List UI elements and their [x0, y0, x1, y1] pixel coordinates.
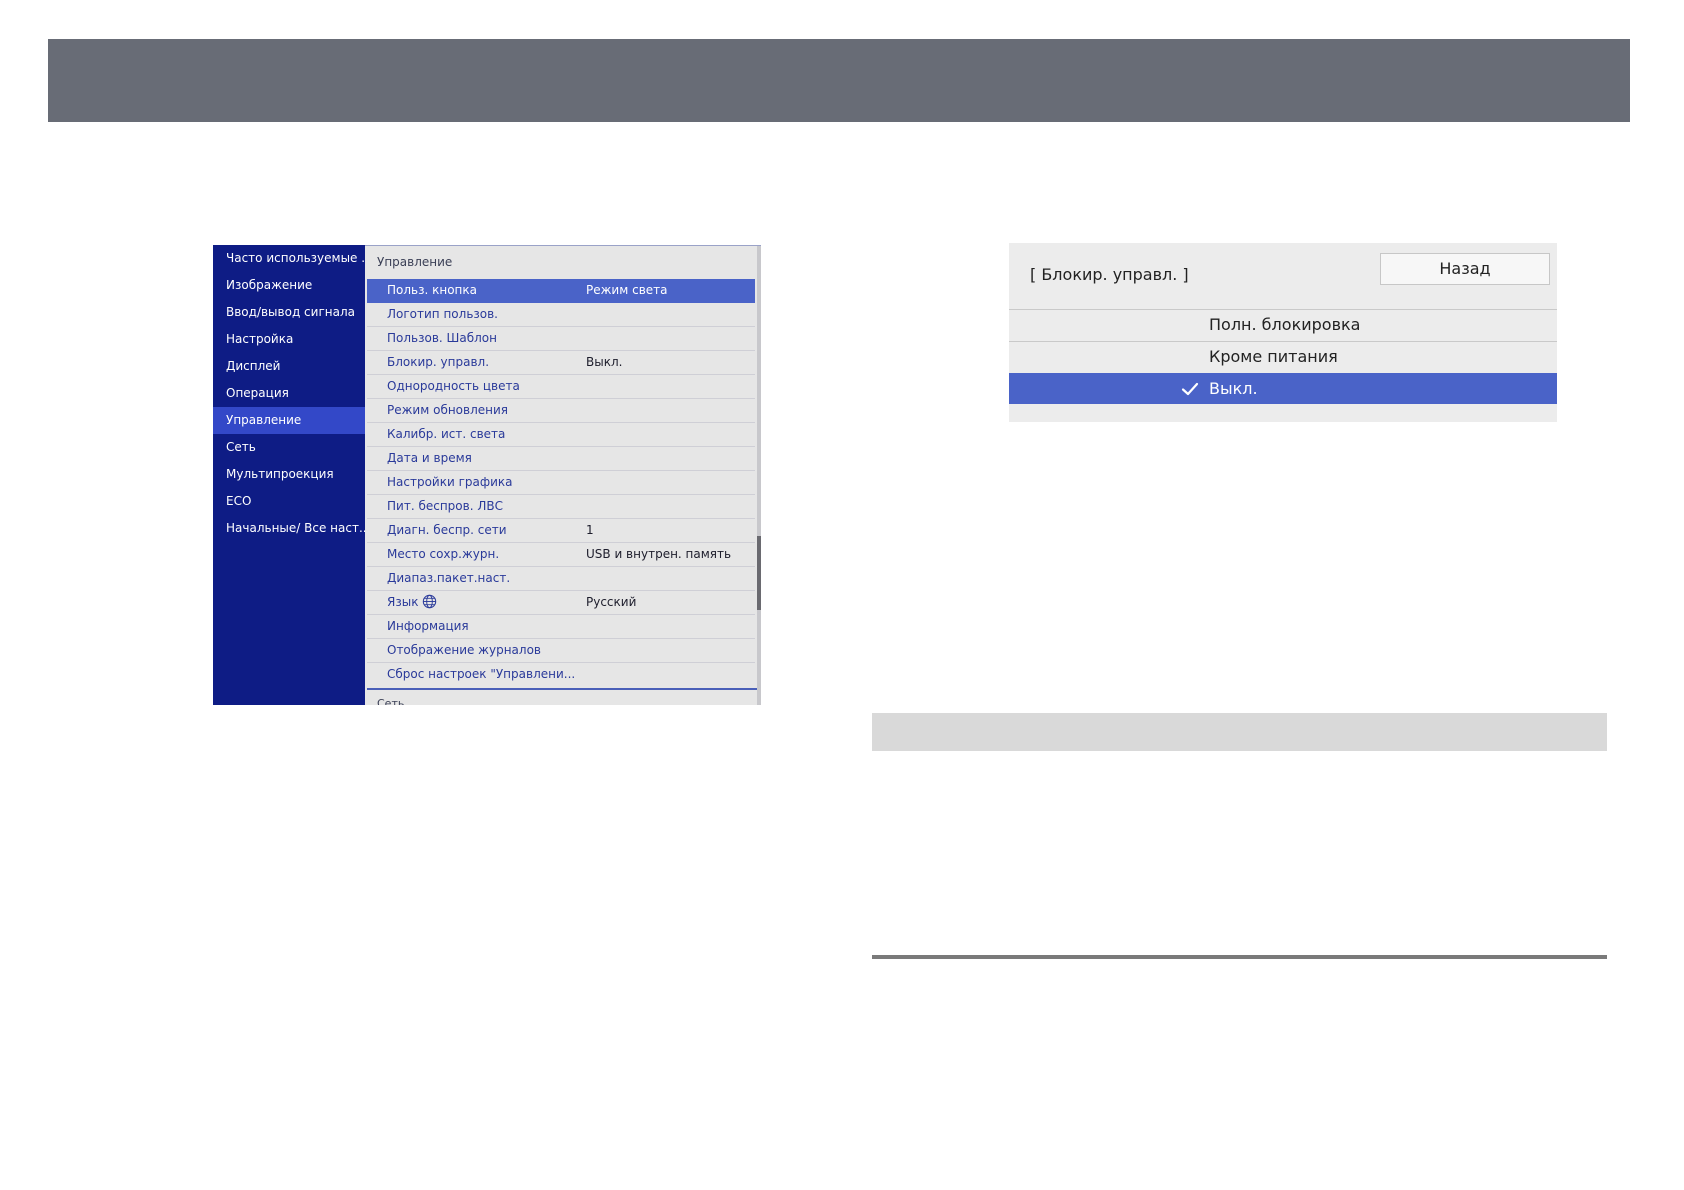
row-label: Дата и время	[387, 451, 472, 465]
menu-row-reset-management[interactable]: Сброс настроек "Управлени...	[367, 663, 755, 687]
menu-row-language[interactable]: Язык Русский	[367, 591, 755, 615]
language-label: Язык	[387, 595, 419, 609]
row-value: USB и внутрен. память	[586, 547, 732, 561]
sidebar-item-eco[interactable]: ECO	[213, 488, 365, 515]
menu-row-wireless-diagnostics[interactable]: Диагн. беспр. сети 1	[367, 519, 755, 543]
next-section-label: Сеть	[377, 697, 405, 705]
row-label: Пит. беспров. ЛВС	[387, 499, 503, 513]
menu-row-date-time[interactable]: Дата и время	[367, 447, 755, 471]
check-icon	[1181, 382, 1199, 396]
sidebar-item-display[interactable]: Дисплей	[213, 353, 365, 380]
control-lock-dialog: [ Блокир. управл. ] Назад Полн. блокиров…	[1009, 243, 1557, 422]
sidebar-item-installation[interactable]: Настройка	[213, 326, 365, 353]
menu-row-batch-setup-range[interactable]: Диапаз.пакет.наст.	[367, 567, 755, 591]
row-label: Калибр. ист. света	[387, 427, 506, 441]
row-label: Логотип пользов.	[387, 307, 498, 321]
row-label: Однородность цвета	[387, 379, 520, 393]
row-label: Диагн. беспр. сети	[387, 523, 507, 537]
row-value: Русский	[586, 595, 637, 609]
menu-sidebar: Часто используемые ... Изображение Ввод/…	[213, 245, 365, 705]
row-value: Режим света	[586, 283, 668, 297]
menu-row-control-lock[interactable]: Блокир. управл. Выкл.	[367, 351, 755, 375]
option-off[interactable]: Выкл.	[1009, 373, 1557, 404]
menu-row-display-logs[interactable]: Отображение журналов	[367, 639, 755, 663]
row-label: Информация	[387, 619, 469, 633]
row-label: Место сохр.журн.	[387, 547, 500, 561]
menu-row-user-button[interactable]: Польз. кнопка Режим света	[367, 279, 755, 303]
globe-icon	[423, 594, 437, 609]
dialog-title: [ Блокир. управл. ]	[1030, 265, 1189, 284]
header-band	[48, 39, 1630, 122]
sidebar-item-multi-projection[interactable]: Мультипроекция	[213, 461, 365, 488]
menu-row-color-uniformity[interactable]: Однородность цвета	[367, 375, 755, 399]
row-value: Выкл.	[586, 355, 623, 369]
menu-scrollbar-thumb[interactable]	[757, 536, 761, 610]
settings-menu: Часто используемые ... Изображение Ввод/…	[213, 245, 761, 705]
row-label: Сброс настроек "Управлени...	[387, 667, 576, 681]
option-label: Выкл.	[1209, 379, 1258, 398]
option-label: Кроме питания	[1209, 347, 1338, 366]
option-except-power[interactable]: Кроме питания	[1009, 341, 1557, 372]
menu-row-log-save-location[interactable]: Место сохр.журн. USB и внутрен. память	[367, 543, 755, 567]
main-section-title: Управление	[377, 255, 453, 269]
horizontal-rule	[872, 955, 1607, 959]
sidebar-item-operation[interactable]: Операция	[213, 380, 365, 407]
menu-row-wireless-lan-power[interactable]: Пит. беспров. ЛВС	[367, 495, 755, 519]
menu-row-user-pattern[interactable]: Пользов. Шаблон	[367, 327, 755, 351]
sidebar-item-management[interactable]: Управление	[213, 407, 365, 434]
back-button[interactable]: Назад	[1380, 253, 1550, 285]
row-value: 1	[586, 523, 594, 537]
section-band	[872, 713, 1607, 751]
menu-row-user-logo[interactable]: Логотип пользов.	[367, 303, 755, 327]
sidebar-item-signal-io[interactable]: Ввод/вывод сигнала	[213, 299, 365, 326]
row-label: Язык	[387, 591, 437, 614]
section-divider	[367, 688, 757, 690]
sidebar-item-image[interactable]: Изображение	[213, 272, 365, 299]
menu-row-refresh-mode[interactable]: Режим обновления	[367, 399, 755, 423]
row-label: Диапаз.пакет.наст.	[387, 571, 511, 585]
row-label: Пользов. Шаблон	[387, 331, 497, 345]
menu-scrollbar[interactable]	[757, 246, 761, 705]
menu-main-panel: Управление Польз. кнопка Режим света Лог…	[365, 245, 761, 705]
option-full-lock[interactable]: Полн. блокировка	[1009, 309, 1557, 340]
sidebar-item-frequent[interactable]: Часто используемые ...	[213, 245, 365, 272]
row-label: Польз. кнопка	[387, 283, 477, 297]
row-label: Режим обновления	[387, 403, 509, 417]
row-label: Блокир. управл.	[387, 355, 490, 369]
row-label: Настройки графика	[387, 475, 513, 489]
menu-row-schedule-settings[interactable]: Настройки графика	[367, 471, 755, 495]
menu-row-light-calibration[interactable]: Калибр. ист. света	[367, 423, 755, 447]
option-label: Полн. блокировка	[1209, 315, 1361, 334]
row-label: Отображение журналов	[387, 643, 541, 657]
sidebar-item-initial-all[interactable]: Начальные/ Все наст...	[213, 515, 365, 542]
menu-row-information[interactable]: Информация	[367, 615, 755, 639]
sidebar-item-network[interactable]: Сеть	[213, 434, 365, 461]
